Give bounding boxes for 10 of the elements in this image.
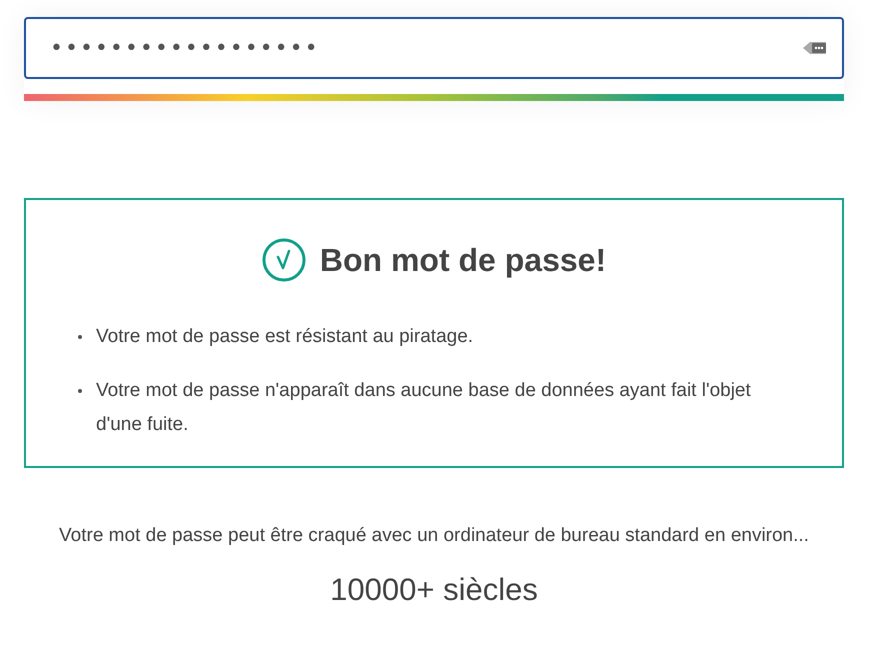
- result-point: Votre mot de passe n'apparaît dans aucune base de données ayant fait l'objet d'une fuite.: [95, 379, 752, 437]
- estimate-text: Votre mot de passe peut être craqué avec un ordinateur de bureau standard en environ...: [58, 524, 810, 548]
- result-title: Bon mot de passe!: [320, 242, 606, 278]
- password-field[interactable]: ••••••••••••••••••: [24, 17, 844, 79]
- reveal-password-icon[interactable]: [802, 40, 828, 56]
- check-circle-icon: [262, 238, 306, 282]
- result-point: Votre mot de passe est résistant au piratage.: [95, 325, 474, 349]
- bullet-icon: [78, 335, 82, 339]
- crack-time: 10000+ siècles: [329, 572, 539, 608]
- bullet-icon: [78, 389, 82, 393]
